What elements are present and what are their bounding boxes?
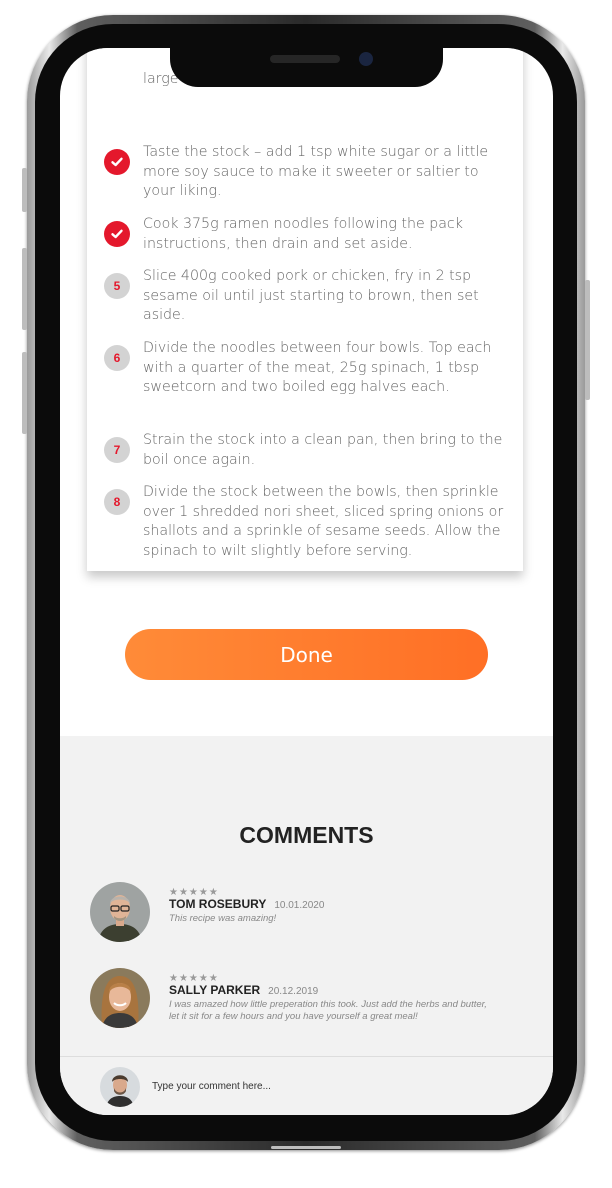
step-item-3[interactable]: Taste the stock – add 1 tsp white sugar … bbox=[104, 143, 505, 202]
comment-author: TOM ROSEBURY 10.01.2020 bbox=[169, 897, 324, 911]
phone-notch bbox=[170, 46, 443, 87]
comment-date: 10.01.2020 bbox=[274, 900, 325, 911]
comment-date: 20.12.2019 bbox=[268, 986, 319, 997]
step-text: Divide the noodles between four bowls. T… bbox=[143, 340, 492, 396]
step-item-6[interactable]: 6 Divide the noodles between four bowls.… bbox=[104, 339, 505, 398]
author-name: SALLY PARKER bbox=[169, 983, 261, 997]
step-item-4[interactable]: Cook 375g ramen noodles following the pa… bbox=[104, 215, 505, 254]
step-text: Divide the stock between the bowls, then… bbox=[143, 484, 504, 560]
avatar[interactable] bbox=[90, 968, 150, 1028]
comments-title: COMMENTS bbox=[239, 822, 374, 848]
comments-section: COMMENTS ★★★★★ TOM ROSEBURY 10.01.2020 Th… bbox=[60, 736, 553, 1115]
comment-input-row bbox=[60, 1057, 553, 1115]
step-text: Cook 375g ramen noodles following the pa… bbox=[143, 216, 463, 252]
volume-down-button bbox=[22, 352, 27, 434]
speaker-grille bbox=[270, 55, 340, 63]
step-text: Taste the stock – add 1 tsp white sugar … bbox=[143, 144, 489, 200]
comment-author: SALLY PARKER 20.12.2019 bbox=[169, 983, 318, 997]
check-icon[interactable] bbox=[104, 149, 130, 175]
author-name: TOM ROSEBURY bbox=[169, 897, 267, 911]
avatar[interactable] bbox=[90, 882, 150, 942]
power-button bbox=[585, 280, 590, 400]
phone-screen: large ... reduce ... s. Taste the stock … bbox=[60, 48, 553, 1115]
check-icon[interactable] bbox=[104, 221, 130, 247]
done-button[interactable]: Done bbox=[125, 629, 488, 680]
comment-input[interactable] bbox=[152, 1076, 482, 1096]
step-number-badge[interactable]: 7 bbox=[104, 437, 130, 463]
step-text: Slice 400g cooked pork or chicken, fry i… bbox=[143, 268, 479, 324]
step-number-badge[interactable]: 5 bbox=[104, 273, 130, 299]
step-number-badge[interactable]: 6 bbox=[104, 345, 130, 371]
step-item-5[interactable]: 5 Slice 400g cooked pork or chicken, fry… bbox=[104, 267, 505, 326]
step-text: Strain the stock into a clean pan, then … bbox=[143, 432, 503, 468]
step-number-badge[interactable]: 8 bbox=[104, 489, 130, 515]
silent-switch bbox=[22, 168, 27, 212]
step-item-8[interactable]: 8 Divide the stock between the bowls, th… bbox=[104, 483, 505, 562]
front-camera bbox=[359, 52, 373, 66]
steps-card: large ... reduce ... s. Taste the stock … bbox=[87, 48, 523, 571]
home-indicator bbox=[271, 1146, 341, 1149]
volume-up-button bbox=[22, 248, 27, 330]
current-user-avatar[interactable] bbox=[100, 1067, 140, 1107]
step-item-7[interactable]: 7 Strain the stock into a clean pan, the… bbox=[104, 431, 505, 470]
comment-text: I was amazed how little preperation this… bbox=[169, 999, 487, 1022]
comment-text: This recipe was amazing! bbox=[169, 913, 277, 924]
